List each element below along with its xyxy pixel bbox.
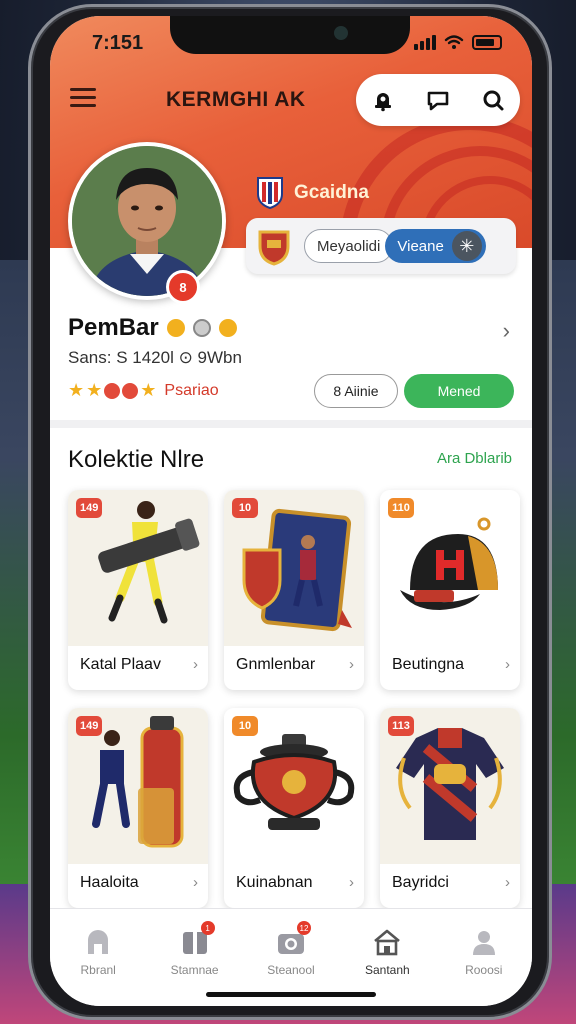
card-badge: 110 <box>388 498 414 518</box>
menu-icon[interactable] <box>70 88 96 112</box>
toggle-option-left[interactable]: Meyaolidi <box>304 229 394 263</box>
sparkle-icon: ✳ <box>451 231 482 261</box>
home-icon <box>83 927 113 957</box>
notification-dot: 1 <box>200 921 215 935</box>
shop-icon <box>372 927 402 957</box>
star-icon: ★ <box>86 380 103 400</box>
tab-label: Rbranl <box>80 963 116 977</box>
card-label: Haaloita <box>80 874 139 891</box>
trophy-icon <box>166 319 185 337</box>
search-icon[interactable] <box>478 85 508 115</box>
chevron-right-icon: › <box>349 656 354 673</box>
card-badge: 10 <box>232 498 258 518</box>
ball-icon <box>192 319 211 337</box>
collection-card[interactable]: 110 Beutingna › <box>380 490 520 690</box>
wifi-icon <box>444 35 464 49</box>
chevron-right-icon: › <box>193 656 198 673</box>
profile-icon <box>469 927 499 957</box>
tab-label: Stamnae <box>170 963 219 977</box>
club-name: Gcaidna <box>294 182 369 203</box>
profile-name-row: PemBar <box>68 314 237 342</box>
club-info: Gcaidna <box>256 176 369 210</box>
card-label: Katal Plaav <box>80 656 161 673</box>
chevron-right-icon: › <box>505 874 510 891</box>
notch <box>170 16 410 54</box>
medal-icon <box>218 319 237 337</box>
chat-icon[interactable] <box>423 85 453 115</box>
club-crest-icon <box>257 177 283 210</box>
club-toggle-card: Meyaolidi Vieane ✳ <box>246 218 516 274</box>
header-actions <box>356 74 520 126</box>
app-title: KERMGHI AK <box>166 88 306 111</box>
notification-bell-icon[interactable] <box>368 85 398 115</box>
collection-card[interactable]: 10 Gnmlenbar › <box>224 490 364 690</box>
tab-label: Steanool <box>267 963 315 977</box>
front-camera <box>334 26 348 40</box>
coin-icon <box>122 382 139 399</box>
card-label: Bayridci <box>392 874 449 891</box>
star-icon: ★ <box>68 380 85 400</box>
card-badge: 149 <box>76 716 103 736</box>
tab-home[interactable]: Rbranl <box>58 927 138 1006</box>
follow-button[interactable]: 8 Aiinie <box>314 374 398 408</box>
rank-text: Psariao <box>164 381 219 399</box>
status-icons <box>414 34 502 50</box>
signal-icon <box>414 34 436 50</box>
message-button[interactable]: Mened <box>404 374 514 408</box>
card-badge: 113 <box>388 716 414 736</box>
profile-name: PemBar <box>68 314 159 341</box>
card-label: Kuinabnan <box>236 874 313 891</box>
tab-profile[interactable]: Rooosi <box>444 927 524 1006</box>
status-time: 7:151 <box>92 32 144 54</box>
coin-icon <box>104 382 121 399</box>
star-icon: ★ <box>140 380 157 400</box>
collection-card[interactable]: 149 Katal Plaav › <box>68 490 208 690</box>
collection-card[interactable]: 10 Kuinabnan › <box>224 708 364 908</box>
chevron-right-icon: › <box>349 874 354 891</box>
rank-row: ★ ★ ★ Psariao <box>68 380 219 401</box>
avatar-badge: 8 <box>166 270 200 304</box>
avatar-photo <box>72 146 222 296</box>
card-badge: 149 <box>76 498 103 518</box>
chevron-right-icon: › <box>505 656 510 673</box>
app-screen: 7:151 KERMGHI AK 8 Gcaidna Meyaolidi Vie… <box>50 16 532 1006</box>
profile-stats: Sans: S 1420l ⊙ 9Wbn <box>68 348 242 367</box>
section-divider <box>50 420 532 428</box>
notification-dot: 12 <box>296 921 311 935</box>
card-label: Beutingna <box>392 656 465 673</box>
avatar[interactable] <box>68 142 226 300</box>
tab-label: Rooosi <box>465 963 503 977</box>
tab-label: Santanh <box>365 963 410 977</box>
team-emblem-icon <box>258 230 290 266</box>
toggle-option-right-label: Vieane <box>397 237 444 255</box>
home-indicator[interactable] <box>206 992 376 997</box>
collection-card[interactable]: 113 Bayridci › <box>380 708 520 908</box>
chevron-right-icon: › <box>193 874 198 891</box>
collection-title: Kolektie Nlre <box>68 446 205 473</box>
collection-card[interactable]: 149 Haaloita › <box>68 708 208 908</box>
battery-icon <box>472 34 502 50</box>
card-badge: 10 <box>232 716 258 736</box>
toggle-option-right[interactable]: Vieane ✳ <box>385 229 486 263</box>
profile-chevron-icon[interactable]: › <box>503 318 510 344</box>
card-label: Gnmlenbar <box>236 656 316 673</box>
see-all-link[interactable]: Ara Dblarib <box>437 450 512 467</box>
